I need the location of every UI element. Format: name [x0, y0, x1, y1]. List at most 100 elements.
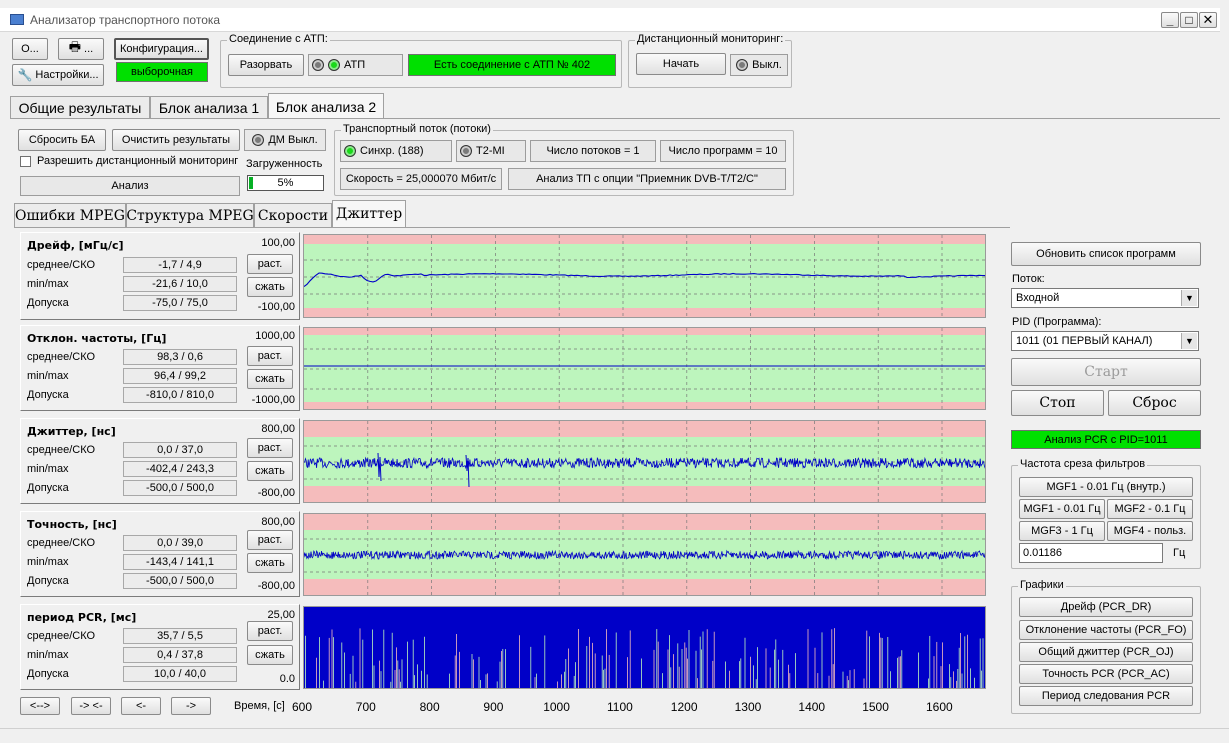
tab-analysis-block-1[interactable]: Блок анализа 1 — [150, 96, 268, 118]
time-tick-label: 700 — [355, 700, 376, 714]
tab-jitter[interactable]: Джиттер — [332, 200, 406, 227]
graph-pcr-accuracy-button[interactable]: Точность PCR (PCR_AC) — [1019, 664, 1193, 684]
mgf1-button[interactable]: MGF1 - 0.01 Гц — [1019, 499, 1105, 519]
accuracy-shrink-button[interactable]: сжать — [247, 553, 293, 573]
graph-overall-jitter-button[interactable]: Общий джиттер (PCR_OJ) — [1019, 642, 1193, 662]
graph-freq-offset-button[interactable]: Отклонение частоты (PCR_FO) — [1019, 620, 1193, 640]
window-title: Анализатор транспортного потока — [30, 13, 221, 27]
pid-label: PID (Программа): — [1012, 316, 1102, 328]
jitter-trace — [304, 456, 985, 470]
print-button[interactable]: 🖶... — [58, 38, 104, 60]
graph-pcr-period-button[interactable]: Период следования PCR — [1019, 686, 1193, 706]
tab-mpeg-errors[interactable]: Ошибки MPEG — [14, 203, 126, 227]
freq-tol: -810,0 / 810,0 — [123, 387, 237, 403]
atp-status: Есть соединение с АТП № 402 — [408, 54, 616, 76]
atp-led-field: АТП — [308, 54, 403, 76]
streams-count: Число потоков = 1 — [530, 140, 656, 162]
load-label: Загруженность — [246, 158, 323, 170]
pid-select[interactable]: 1011 (01 ПЕРВЫЙ КАНАЛ) ▼ — [1011, 331, 1199, 351]
time-tick-label: 1600 — [926, 700, 953, 714]
drift-minmax: -21,6 / 10,0 — [123, 276, 237, 292]
sync-led-icon — [344, 145, 356, 157]
tab-speeds[interactable]: Скорости — [254, 203, 332, 227]
refresh-programs-button[interactable]: Обновить список программ — [1011, 242, 1201, 266]
jitter-expand-button[interactable]: раст. — [247, 438, 293, 458]
app-icon — [10, 14, 24, 25]
drift-shrink-button[interactable]: сжать — [247, 277, 293, 297]
zoom-in-button[interactable]: -> <- — [71, 697, 111, 715]
scroll-right-button[interactable]: -> — [171, 697, 211, 715]
mgf1-internal-button[interactable]: MGF1 - 0.01 Гц (внутр.) — [1019, 477, 1193, 497]
accuracy-minmax: -143,4 / 141,1 — [123, 554, 237, 570]
close-button[interactable]: ✕ — [1199, 12, 1217, 28]
pcr-tol: 10,0 / 40,0 — [123, 666, 237, 682]
tab-general-results[interactable]: Общие результаты — [10, 96, 150, 118]
maximize-button[interactable]: □ — [1180, 12, 1198, 28]
accuracy-panel: Точность, [нс] 800,00 среднее/СКО 0,0 / … — [20, 511, 300, 597]
remote-state-field: Выкл. — [730, 54, 788, 76]
start-button[interactable]: Старт — [1011, 358, 1201, 386]
time-tick-label: 1500 — [862, 700, 889, 714]
stop-button[interactable]: Стоп — [1011, 390, 1104, 416]
freq-minmax: 96,4 / 99,2 — [123, 368, 237, 384]
pcr-period-fill — [304, 607, 985, 688]
pcr-shrink-button[interactable]: сжать — [247, 645, 293, 665]
jitter-shrink-button[interactable]: сжать — [247, 461, 293, 481]
freq-offset-graph — [303, 327, 986, 410]
t2mi-led-icon — [460, 145, 472, 157]
mgf2-button[interactable]: MGF2 - 0.1 Гц — [1107, 499, 1193, 519]
open-button[interactable]: О... — [12, 38, 48, 60]
mgf3-button[interactable]: MGF3 - 1 Гц — [1019, 521, 1105, 541]
pcr-period-graph — [303, 606, 986, 689]
clear-results-button[interactable]: Очистить результаты — [112, 129, 240, 151]
jitter-graph — [303, 420, 986, 503]
settings-button[interactable]: 🔧 Настройки... — [12, 64, 104, 86]
speed-field: Скорость = 25,000070 Мбит/с — [340, 168, 502, 190]
tab-analysis-block-2[interactable]: Блок анализа 2 — [268, 93, 384, 119]
cutoff-frequency-input[interactable]: 0.01186 — [1019, 543, 1163, 563]
freq-shrink-button[interactable]: сжать — [247, 369, 293, 389]
jitter-minmax: -402,4 / 243,3 — [123, 461, 237, 477]
mgf4-button[interactable]: MGF4 - польз. — [1107, 521, 1193, 541]
config-button[interactable]: Конфигурация... — [114, 38, 209, 60]
config-mode-indicator: выборочная — [116, 62, 208, 82]
drift-tol: -75,0 / 75,0 — [123, 295, 237, 311]
drift-expand-button[interactable]: раст. — [247, 254, 293, 274]
scroll-left-button[interactable]: <- — [121, 697, 161, 715]
drift-graph — [303, 234, 986, 318]
jitter-panel: Джиттер, [нс] 800,00 среднее/СКО 0,0 / 3… — [20, 418, 300, 504]
pcr-mean: 35,7 / 5,5 — [123, 628, 237, 644]
pcr-minmax: 0,4 / 37,8 — [123, 647, 237, 663]
pcr-period-panel: период PCR, [мс] 25,00 среднее/СКО 35,7 … — [20, 604, 300, 690]
tab-mpeg-structure[interactable]: Структура MPEG — [126, 203, 254, 227]
reset-ba-button[interactable]: Сбросить БА — [18, 129, 106, 151]
pcr-expand-button[interactable]: раст. — [247, 621, 293, 641]
option-field: Анализ ТП с опции "Приемник DVB-T/T2/C" — [508, 168, 786, 190]
accuracy-graph — [303, 513, 986, 596]
wrench-icon: 🔧 — [17, 68, 33, 82]
remote-led-icon — [736, 59, 749, 71]
accuracy-tol: -500,0 / 500,0 — [123, 573, 237, 589]
reset-button[interactable]: Сброс — [1108, 390, 1201, 416]
led-indicator-on — [328, 59, 340, 71]
remote-start-button[interactable]: Начать — [636, 53, 726, 75]
analysis-status: Анализ — [20, 176, 240, 196]
printer-icon: 🖶 — [68, 39, 82, 54]
sync-field: Синхр. (188) — [340, 140, 452, 162]
time-tick-label: 1200 — [670, 700, 698, 714]
dm-state-field: ДМ Выкл. — [244, 129, 326, 151]
tab-content-border — [10, 118, 1220, 119]
t2mi-field: T2-MI — [456, 140, 526, 162]
accuracy-mean: 0,0 / 39,0 — [123, 535, 237, 551]
zoom-out-button[interactable]: <--> — [20, 697, 60, 715]
freq-expand-button[interactable]: раст. — [247, 346, 293, 366]
freq-mean: 98,3 / 0,6 — [123, 349, 237, 365]
pcr-analysis-status: Анализ PCR с PID=1011 — [1011, 430, 1201, 449]
graph-drift-button[interactable]: Дрейф (PCR_DR) — [1019, 597, 1193, 617]
time-tick-label: 900 — [483, 700, 504, 714]
accuracy-expand-button[interactable]: раст. — [247, 530, 293, 550]
stream-select[interactable]: Входной ▼ — [1011, 288, 1199, 308]
minimize-button[interactable]: _ — [1161, 12, 1179, 28]
disconnect-button[interactable]: Разорвать — [228, 54, 304, 76]
allow-remote-checkbox[interactable] — [20, 156, 31, 167]
